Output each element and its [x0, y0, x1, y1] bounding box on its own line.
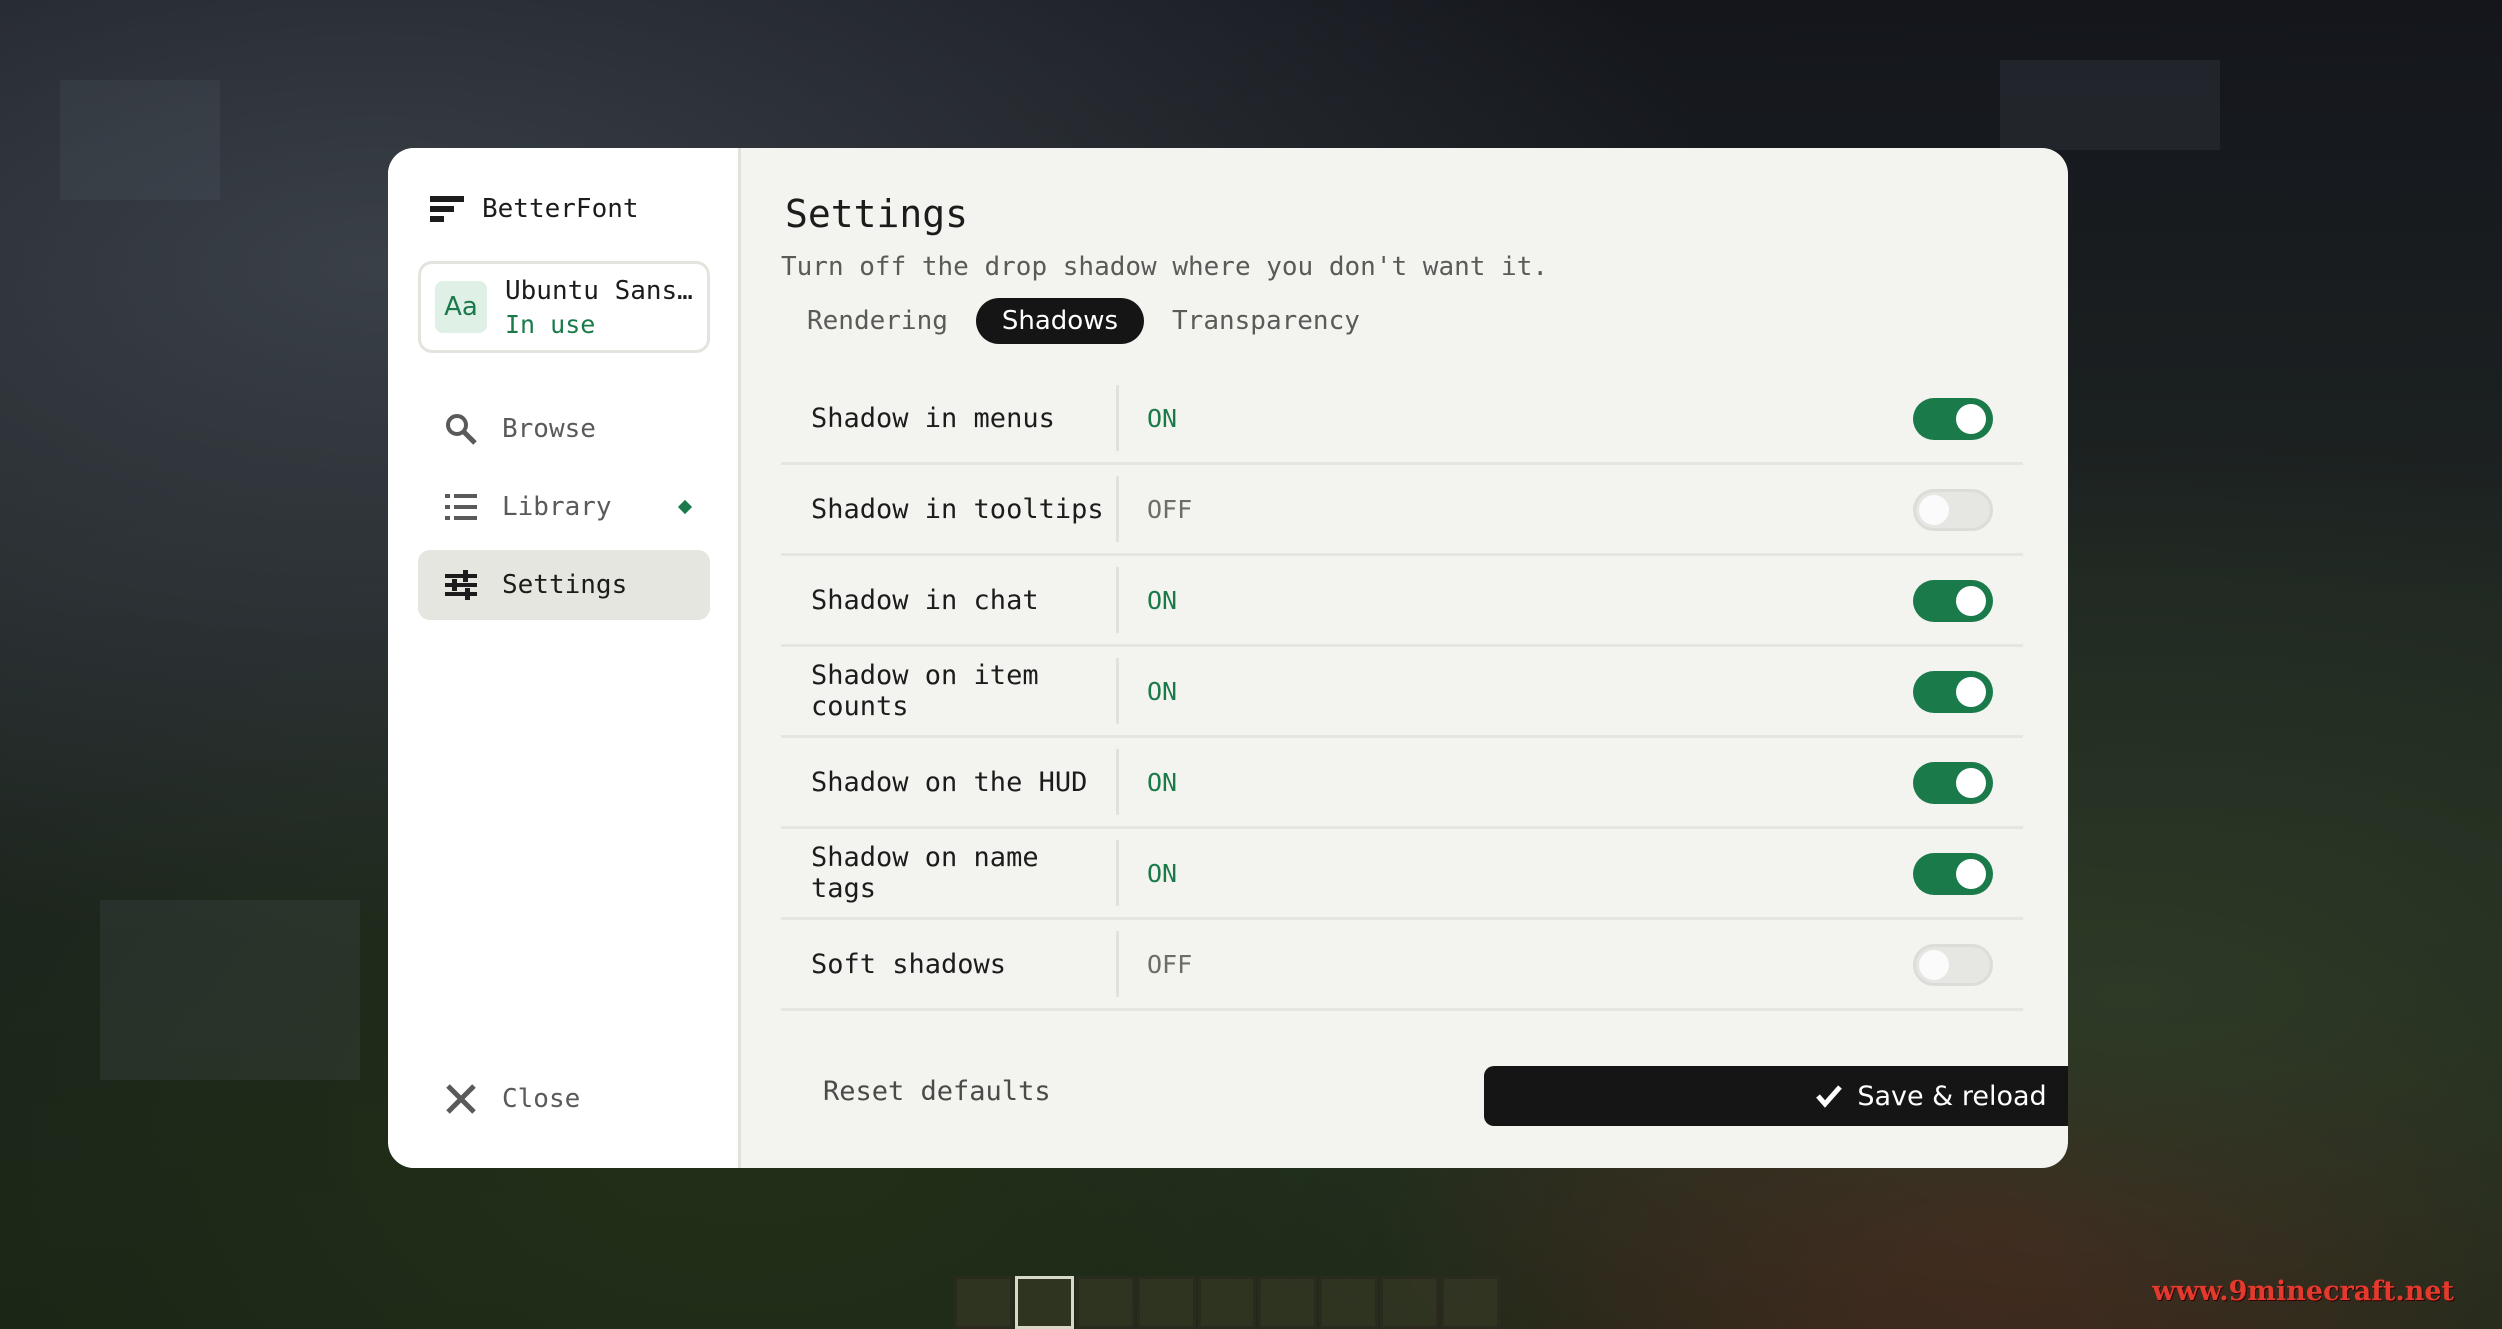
- settings-tabs: Rendering Shadows Transparency: [781, 298, 1388, 344]
- sidebar-item-browse[interactable]: Browse: [418, 394, 710, 464]
- setting-row-shadow-on-the-hud: Shadow on the HUD ON: [781, 738, 2023, 829]
- setting-value: ON: [1147, 585, 1178, 615]
- setting-value: OFF: [1147, 949, 1193, 979]
- toggle-shadow-in-menus[interactable]: [1913, 398, 1993, 440]
- toggle-knob: [1919, 950, 1949, 980]
- setting-row-soft-shadows: Soft shadows OFF: [781, 920, 2023, 1011]
- setting-row-shadow-on-name-tags: Shadow on name tags ON: [781, 829, 2023, 920]
- hotbar-slot-selected: [1014, 1276, 1074, 1329]
- toggle-shadow-on-name-tags[interactable]: [1913, 853, 1993, 895]
- hotbar-slot: [954, 1276, 1013, 1329]
- settings-list: Shadow in menus ON Shadow in tooltips OF…: [781, 374, 2023, 1011]
- setting-value: ON: [1147, 676, 1178, 706]
- hotbar-slot: [1441, 1276, 1501, 1329]
- current-font-name: Ubuntu Sans…: [505, 275, 693, 306]
- sliders-icon: [445, 570, 477, 600]
- logo-icon: [430, 196, 464, 222]
- page-title: Settings: [785, 192, 969, 236]
- toggle-shadow-on-the-hud[interactable]: [1913, 762, 1993, 804]
- setting-label: Shadow in tooltips: [781, 476, 1119, 542]
- sidebar-item-label: Library: [502, 492, 612, 522]
- save-reload-label: Save & reload: [1857, 1080, 2047, 1112]
- setting-row-shadow-in-chat: Shadow in chat ON: [781, 556, 2023, 647]
- sidebar: BetterFont Aa Ubuntu Sans… In use Browse: [388, 148, 741, 1168]
- setting-label: Shadow on item counts: [781, 658, 1119, 724]
- setting-value: ON: [1147, 858, 1178, 888]
- sidebar-item-label: Settings: [502, 570, 628, 600]
- tab-rendering[interactable]: Rendering: [781, 298, 974, 344]
- setting-label: Shadow in menus: [781, 385, 1119, 451]
- close-icon: [446, 1084, 476, 1114]
- app-name: BetterFont: [482, 194, 639, 224]
- close-button[interactable]: Close: [444, 1082, 580, 1116]
- toggle-knob: [1919, 495, 1949, 525]
- search-icon: [446, 414, 477, 445]
- setting-row-shadow-on-item-counts: Shadow on item counts ON: [781, 647, 2023, 738]
- reset-defaults-button[interactable]: Reset defaults: [803, 1066, 1071, 1117]
- hotbar: [954, 1276, 1501, 1329]
- setting-label: Shadow on name tags: [781, 840, 1119, 906]
- current-font-card[interactable]: Aa Ubuntu Sans… In use: [418, 261, 710, 353]
- hotbar-slot: [1319, 1276, 1379, 1329]
- hotbar-slot: [1136, 1276, 1196, 1329]
- setting-value: ON: [1147, 403, 1178, 433]
- setting-label: Shadow on the HUD: [781, 749, 1119, 815]
- hotbar-slot: [1380, 1276, 1440, 1329]
- save-reload-button[interactable]: Save & reload: [1484, 1066, 2068, 1126]
- checkmark-icon: [1816, 1085, 1843, 1108]
- sidebar-item-settings[interactable]: Settings: [418, 550, 710, 620]
- tab-shadows[interactable]: Shadows: [975, 298, 1145, 344]
- toggle-knob: [1956, 404, 1986, 434]
- tab-transparency[interactable]: Transparency: [1146, 298, 1386, 344]
- toggle-knob: [1956, 586, 1986, 616]
- background-block: [2000, 60, 2220, 150]
- update-indicator-dot: [677, 499, 693, 515]
- toggle-shadow-in-tooltips[interactable]: [1913, 489, 1993, 531]
- setting-value: ON: [1147, 767, 1178, 797]
- sidebar-item-library[interactable]: Library: [418, 472, 710, 542]
- toggle-shadow-in-chat[interactable]: [1913, 580, 1993, 622]
- page-subtitle: Turn off the drop shadow where you don't…: [781, 252, 1549, 282]
- setting-label: Shadow in chat: [781, 567, 1119, 633]
- settings-dialog: BetterFont Aa Ubuntu Sans… In use Browse: [388, 148, 2068, 1168]
- sidebar-nav: Browse Library Settings: [418, 394, 710, 628]
- toggle-knob: [1956, 768, 1986, 798]
- hotbar-slot: [1197, 1276, 1257, 1329]
- setting-row-shadow-in-tooltips: Shadow in tooltips OFF: [781, 465, 2023, 556]
- brand: BetterFont: [430, 194, 639, 224]
- hotbar-slot: [1075, 1276, 1135, 1329]
- main-content: Settings Turn off the drop shadow where …: [741, 148, 2068, 1168]
- current-font-status: In use: [505, 309, 596, 339]
- setting-value: OFF: [1147, 494, 1193, 524]
- toggle-soft-shadows[interactable]: [1913, 944, 1993, 986]
- close-label: Close: [502, 1084, 581, 1114]
- toggle-shadow-on-item-counts[interactable]: [1913, 671, 1993, 713]
- setting-row-shadow-in-menus: Shadow in menus ON: [781, 374, 2023, 465]
- background-block: [60, 80, 220, 200]
- toggle-knob: [1956, 677, 1986, 707]
- watermark: www.9minecraft.net: [2152, 1276, 2454, 1307]
- toggle-knob: [1956, 859, 1986, 889]
- font-preview-badge: Aa: [435, 281, 487, 333]
- list-icon: [445, 494, 477, 520]
- setting-label: Soft shadows: [781, 931, 1119, 997]
- background-block: [100, 900, 360, 1080]
- hotbar-slot: [1258, 1276, 1318, 1329]
- sidebar-item-label: Browse: [502, 414, 596, 444]
